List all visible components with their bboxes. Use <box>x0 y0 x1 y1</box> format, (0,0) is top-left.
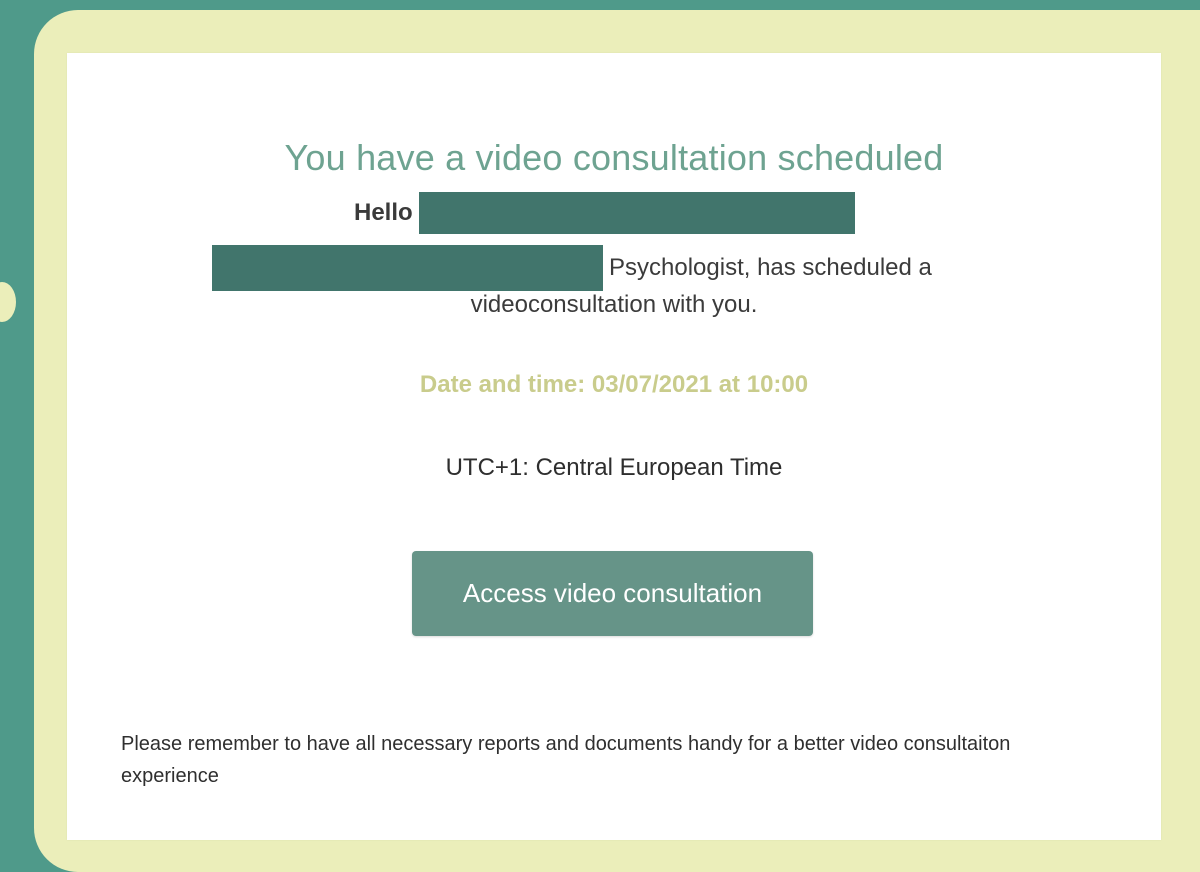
redacted-sender-name <box>212 245 603 291</box>
sender-line: Psychologist, has scheduled a <box>212 245 932 291</box>
appointment-datetime: Date and time: 03/07/2021 at 10:00 <box>419 371 809 398</box>
redacted-recipient-name <box>418 192 855 234</box>
sender-line-continued: videoconsultation with you. <box>470 291 758 318</box>
greeting-label: Hello <box>354 199 413 226</box>
email-frame: You have a video consultation scheduled … <box>34 10 1200 872</box>
greeting-row: Hello <box>354 191 855 235</box>
side-decoration <box>0 282 16 322</box>
email-heading: You have a video consultation scheduled <box>284 137 944 178</box>
access-video-consultation-button[interactable]: Access video consultation <box>412 551 813 636</box>
footer-note: Please remember to have all necessary re… <box>121 733 1011 787</box>
sender-role-text: Psychologist, has scheduled a <box>609 254 932 281</box>
email-card: You have a video consultation scheduled … <box>67 53 1161 840</box>
appointment-timezone: UTC+1: Central European Time <box>445 454 783 481</box>
